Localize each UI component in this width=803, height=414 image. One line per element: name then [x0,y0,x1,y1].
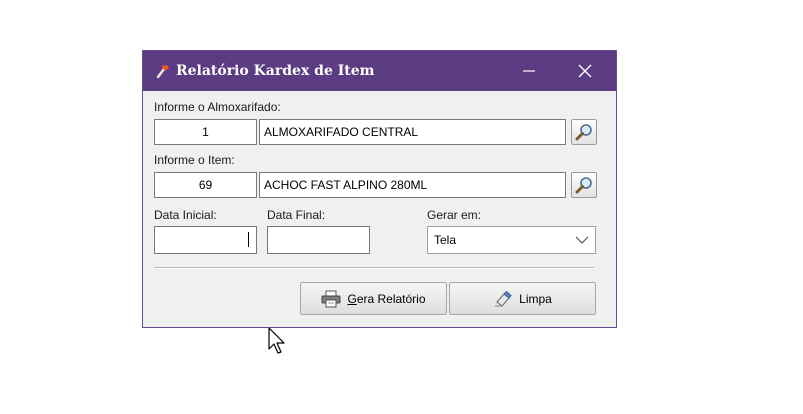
mouse-pointer-icon [268,327,285,354]
printer-icon [321,290,341,307]
eraser-icon [495,290,512,307]
hammer-icon [156,65,169,79]
end-date-label: Data Final: [267,208,326,222]
item-name-field[interactable]: ACHOC FAST ALPINO 280ML [259,172,566,198]
text-caret [248,232,249,247]
item-label: Informe o Item: [154,153,235,167]
close-icon [578,64,592,78]
almoxarifado-name-field[interactable]: ALMOXARIFADO CENTRAL [259,119,566,145]
clear-button-label: Limpa [519,291,552,306]
generate-report-button[interactable]: Gera Relatório [300,282,447,315]
title-bar[interactable]: Relatório Kardex de Item [143,51,616,91]
item-code-input[interactable]: 69 [154,172,257,198]
close-button[interactable] [562,51,608,91]
almoxarifado-lookup-button[interactable] [571,119,597,145]
magnifier-icon [575,177,592,194]
window-title: Relatório Kardex de Item [176,63,375,79]
almoxarifado-label: Informe o Almoxarifado: [154,100,281,114]
output-select[interactable]: Tela [427,226,596,254]
start-date-input[interactable] [154,226,257,254]
minimize-button[interactable] [506,51,552,91]
desktop: Relatório Kardex de Item Informe o Almox… [0,0,803,414]
almoxarifado-code-input[interactable]: 1 [154,119,257,145]
item-lookup-button[interactable] [571,172,597,198]
chevron-down-icon [575,236,589,244]
start-date-label: Data Inicial: [154,208,217,222]
output-selected-value: Tela [434,233,457,247]
end-date-input[interactable] [267,226,370,254]
generate-report-label: Gera Relatório [347,291,426,306]
minimize-icon [523,70,535,72]
clear-button[interactable]: Limpa [449,282,596,315]
separator [154,267,594,269]
magnifier-icon [575,124,592,141]
output-label: Gerar em: [427,208,482,222]
kardex-report-dialog: Relatório Kardex de Item Informe o Almox… [142,50,617,328]
